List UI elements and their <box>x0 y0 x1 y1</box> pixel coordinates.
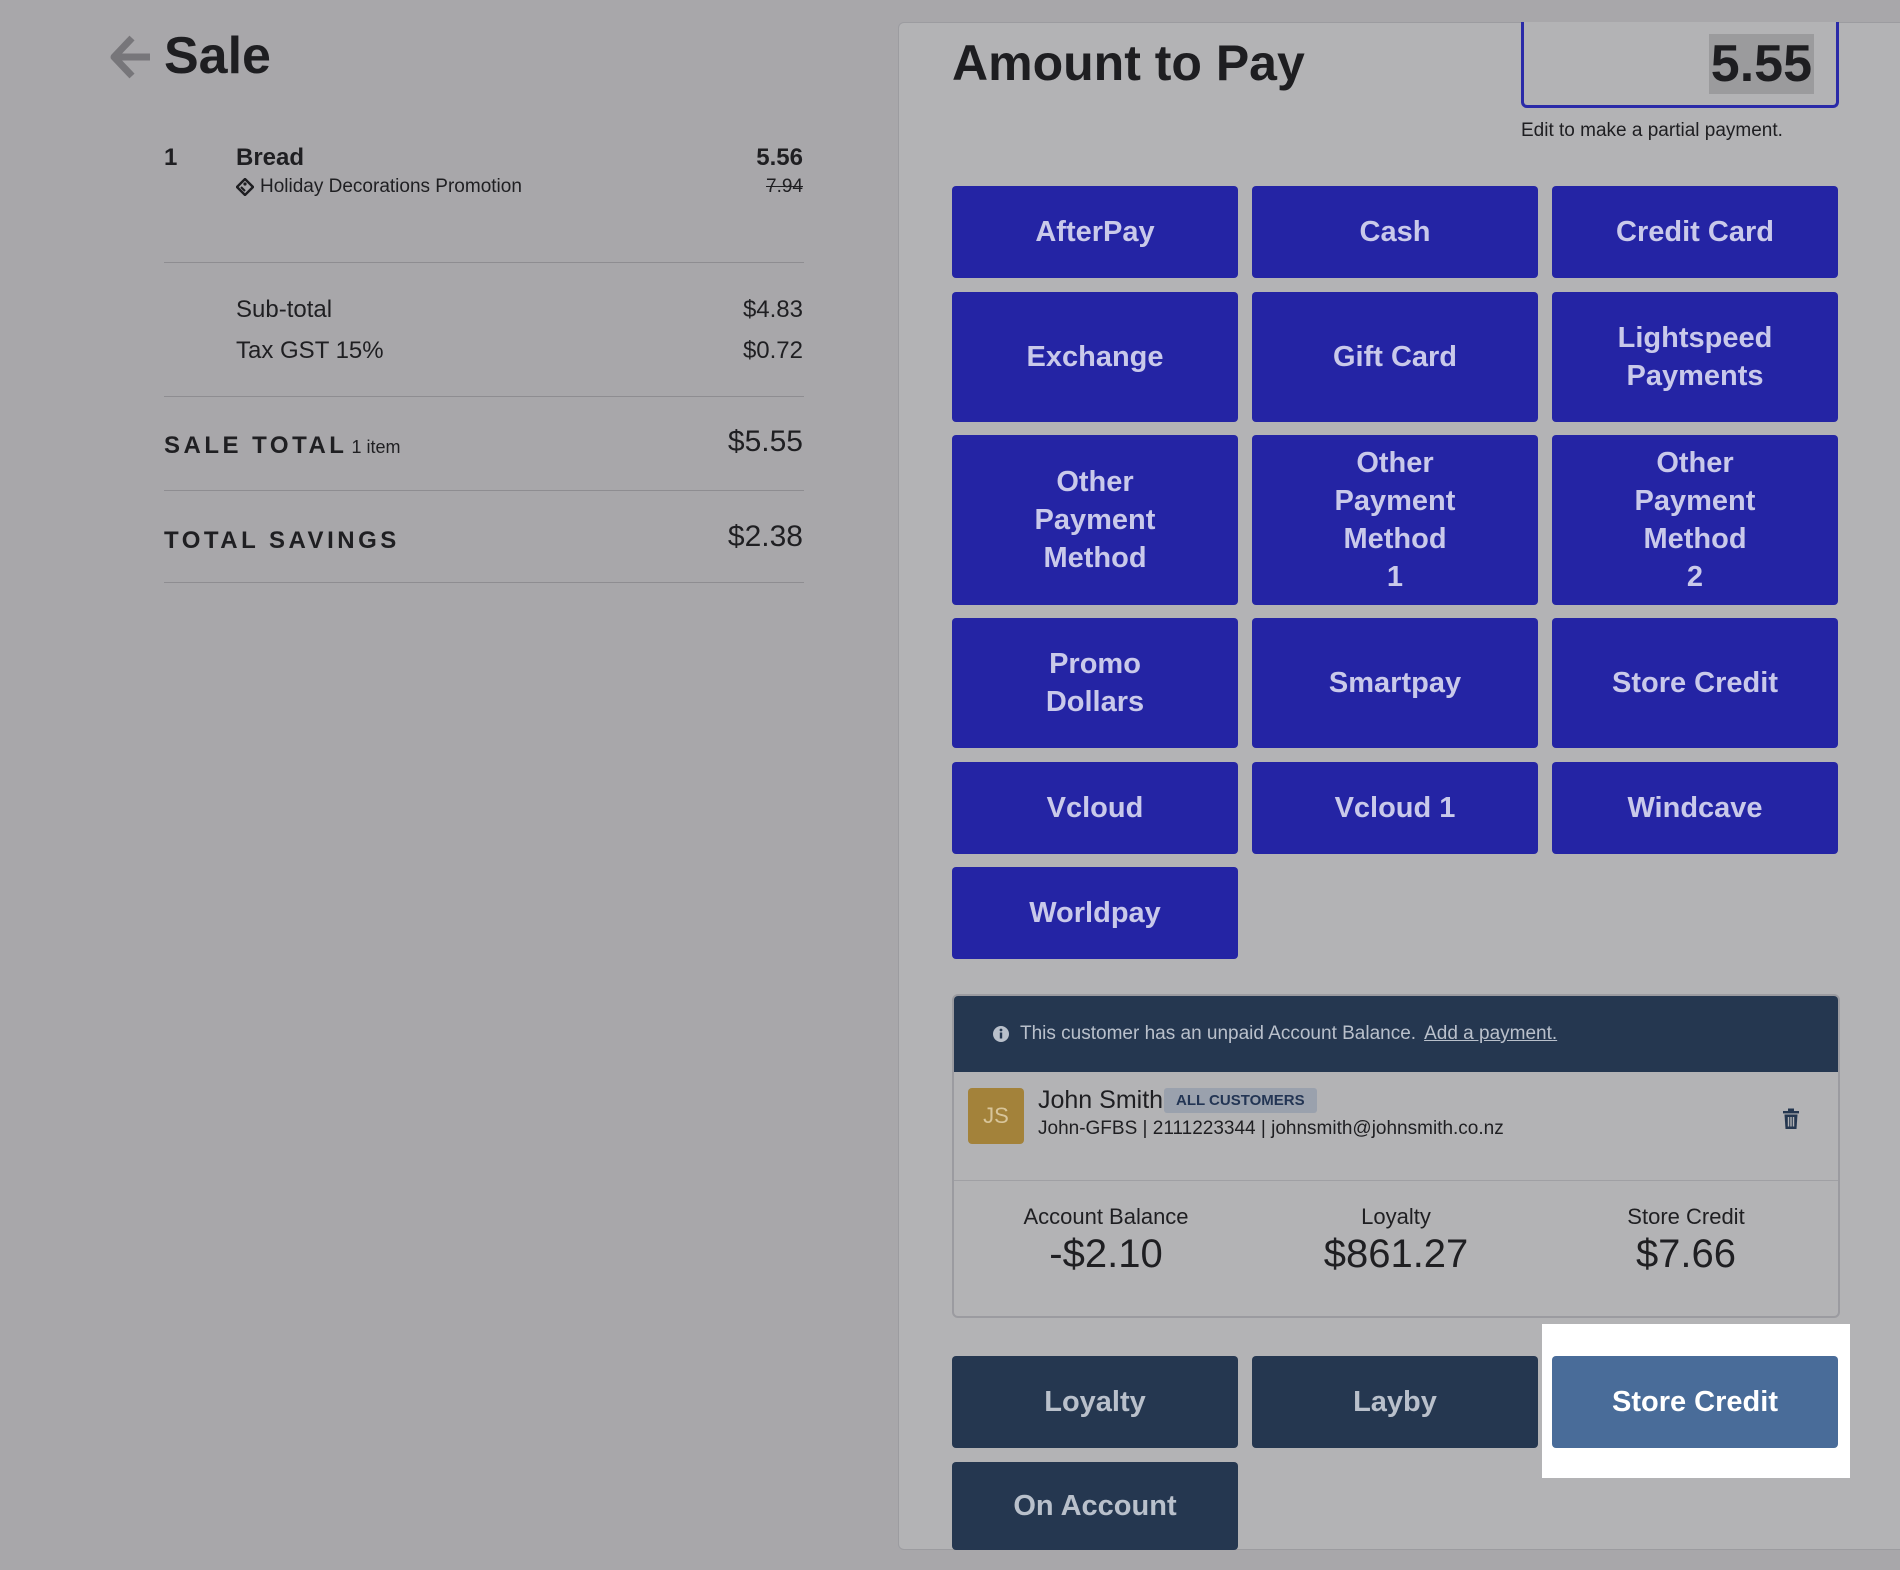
account-balance-banner: This customer has an unpaid Account Bala… <box>954 996 1838 1072</box>
loyalty-button[interactable]: Loyalty <box>952 1356 1238 1448</box>
pay-other-method-button[interactable]: Other Payment Method <box>952 435 1238 605</box>
layby-button[interactable]: Layby <box>1252 1356 1538 1448</box>
sale-total-value: $5.55 <box>727 425 803 458</box>
banner-text: This customer has an unpaid Account Bala… <box>1020 1023 1417 1044</box>
item-original-price: 7.94 <box>766 176 803 197</box>
pay-cash-button[interactable]: Cash <box>1252 186 1538 278</box>
divider <box>164 396 804 397</box>
back-arrow-icon[interactable] <box>110 34 152 80</box>
divider <box>164 582 804 583</box>
account-balance-value: -$2.10 <box>1049 1232 1163 1276</box>
customer-name[interactable]: John Smith <box>1038 1086 1163 1115</box>
pay-gift-card-button[interactable]: Gift Card <box>1252 292 1538 422</box>
tag-icon <box>236 178 254 196</box>
on-account-button[interactable]: On Account <box>952 1462 1238 1550</box>
pay-lightspeed-button[interactable]: Lightspeed Payments <box>1552 292 1838 422</box>
store-credit-label: Store Credit <box>1627 1204 1745 1229</box>
tax-label: Tax GST 15% <box>236 337 384 364</box>
store-credit-stat: Store Credit $7.66 <box>1546 1204 1826 1277</box>
amount-to-pay-title: Amount to Pay <box>952 35 1305 91</box>
amount-value[interactable]: 5.55 <box>1708 34 1814 94</box>
pay-credit-card-button[interactable]: Credit Card <box>1552 186 1838 278</box>
divider <box>954 1180 1838 1181</box>
loyalty-label: Loyalty <box>1361 1204 1431 1229</box>
store-credit-button[interactable]: Store Credit <box>1552 1356 1838 1448</box>
pay-other-method-1-button[interactable]: Other Payment Method 1 <box>1252 435 1538 605</box>
item-quantity: 1 <box>164 144 178 171</box>
customer-card: This customer has an unpaid Account Bala… <box>952 994 1840 1318</box>
tax-value: $0.72 <box>742 337 803 364</box>
customer-group-badge: ALL CUSTOMERS <box>1164 1088 1317 1113</box>
sale-total-text: SALE TOTAL <box>164 432 348 459</box>
amount-hint: Edit to make a partial payment. <box>1521 120 1783 141</box>
info-icon <box>993 1026 1009 1042</box>
pay-exchange-button[interactable]: Exchange <box>952 292 1238 422</box>
pay-worldpay-button[interactable]: Worldpay <box>952 867 1238 959</box>
sale-total-label: SALE TOTAL 1 item <box>164 432 400 460</box>
subtotal-label: Sub-total <box>236 296 333 323</box>
pay-vcloud-1-button[interactable]: Vcloud 1 <box>1252 762 1538 854</box>
amount-input[interactable]: 5.55 <box>1521 22 1839 108</box>
item-price: 5.56 <box>756 144 803 171</box>
divider <box>164 262 804 263</box>
promotion-label: Holiday Decorations Promotion <box>260 176 522 197</box>
account-balance-label: Account Balance <box>1023 1204 1189 1229</box>
pay-store-credit-button[interactable]: Store Credit <box>1552 618 1838 748</box>
store-credit-value: $7.66 <box>1635 1232 1737 1276</box>
subtotal-value: $4.83 <box>742 296 803 323</box>
trash-icon[interactable] <box>1782 1108 1800 1130</box>
customer-details: John-GFBS | 2111223344 | johnsmith@johns… <box>1038 1118 1504 1139</box>
total-savings-value: $2.38 <box>727 520 803 553</box>
total-savings-label: TOTAL SAVINGS <box>164 527 400 554</box>
loyalty-stat: Loyalty $861.27 <box>1256 1204 1536 1277</box>
pay-promo-dollars-button[interactable]: Promo Dollars <box>952 618 1238 748</box>
pay-afterpay-button[interactable]: AfterPay <box>952 186 1238 278</box>
item-name: Bread <box>236 144 305 171</box>
divider <box>164 490 804 491</box>
avatar: JS <box>968 1088 1024 1144</box>
account-balance-stat: Account Balance -$2.10 <box>966 1204 1246 1277</box>
page-title: Sale <box>164 27 271 85</box>
pay-vcloud-button[interactable]: Vcloud <box>952 762 1238 854</box>
pay-other-method-2-button[interactable]: Other Payment Method 2 <box>1552 435 1838 605</box>
item-promotion: Holiday Decorations Promotion <box>236 176 522 198</box>
pay-smartpay-button[interactable]: Smartpay <box>1252 618 1538 748</box>
loyalty-value: $861.27 <box>1323 1232 1469 1276</box>
add-payment-link[interactable]: Add a payment. <box>1424 1023 1557 1045</box>
item-count: 1 item <box>351 437 401 457</box>
pay-windcave-button[interactable]: Windcave <box>1552 762 1838 854</box>
